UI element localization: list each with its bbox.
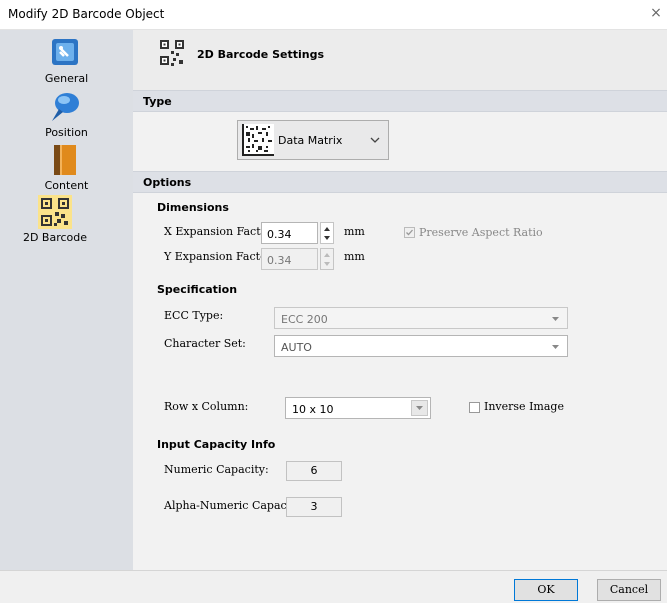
capacity-heading: Input Capacity Info xyxy=(157,438,276,451)
qr-code-icon xyxy=(38,195,72,229)
cancel-button[interactable]: Cancel xyxy=(597,579,661,601)
specification-heading: Specification xyxy=(157,283,238,296)
qr-code-icon xyxy=(160,40,184,66)
y-expansion-label: Y Expansion Factor: xyxy=(164,250,276,263)
sidebar-item-content[interactable]: Content xyxy=(0,143,133,195)
ecc-type-label: ECC Type: xyxy=(164,309,224,322)
preserve-aspect-checkbox[interactable] xyxy=(404,227,415,238)
x-expansion-label: X Expansion Factor: xyxy=(164,225,277,238)
y-expansion-spinner[interactable] xyxy=(320,248,334,270)
title-bar: Modify 2D Barcode Object × xyxy=(0,0,667,30)
sidebar-item-label: General xyxy=(44,72,89,85)
barcode-type-select[interactable]: Data Matrix xyxy=(237,120,389,160)
window-title: Modify 2D Barcode Object xyxy=(8,7,165,21)
panel-title: 2D Barcode Settings xyxy=(197,48,325,61)
close-button[interactable]: × xyxy=(649,5,663,21)
type-section-header: Type xyxy=(133,90,667,112)
settings-panel: 2D Barcode Settings Type Data Matrix Opt… xyxy=(133,30,667,570)
dropdown-arrow-icon xyxy=(416,406,423,410)
check-icon xyxy=(406,229,413,236)
inverse-image-checkbox[interactable] xyxy=(469,402,480,413)
dimensions-heading: Dimensions xyxy=(157,201,229,214)
dropdown-arrow-icon xyxy=(552,345,559,349)
barcode-type-value: Data Matrix xyxy=(278,134,343,147)
alnum-capacity-label: Alpha-Numeric Capacity: xyxy=(164,499,305,512)
preserve-aspect-label: Preserve Aspect Ratio xyxy=(419,226,543,239)
x-expansion-value: 0.34 xyxy=(267,228,292,241)
sidebar-item-position[interactable]: Position xyxy=(0,90,133,142)
data-matrix-icon xyxy=(242,124,274,156)
spin-down-icon xyxy=(324,262,330,266)
ecc-type-value: ECC 200 xyxy=(281,313,328,326)
charset-select[interactable]: AUTO xyxy=(274,335,568,357)
row-column-value: 10 x 10 xyxy=(292,403,334,416)
inverse-image-label: Inverse Image xyxy=(484,400,564,413)
row-column-select[interactable]: 10 x 10 xyxy=(285,397,431,419)
options-section-label: Options xyxy=(143,176,192,189)
y-expansion-field[interactable]: 0.34 xyxy=(261,248,318,270)
sidebar-item-label: 2D Barcode xyxy=(22,231,88,244)
y-expansion-value: 0.34 xyxy=(267,254,292,267)
row-column-label: Row x Column: xyxy=(164,400,249,413)
panel-header: 2D Barcode Settings xyxy=(133,30,667,90)
chevron-down-icon xyxy=(370,137,380,143)
alnum-capacity-value: 3 xyxy=(286,497,342,517)
sidebar: General Position Content 2D Barcode xyxy=(0,30,133,570)
position-pin-icon xyxy=(52,93,79,121)
options-section-header: Options xyxy=(133,171,667,193)
sidebar-item-general[interactable]: General xyxy=(0,36,133,88)
spin-up-icon xyxy=(324,227,330,231)
sidebar-item-2d-barcode[interactable]: 2D Barcode xyxy=(0,195,133,247)
x-expansion-field[interactable]: 0.34 xyxy=(261,222,318,244)
y-expansion-unit: mm xyxy=(344,250,365,263)
general-tag-icon xyxy=(52,39,78,65)
numeric-capacity-label: Numeric Capacity: xyxy=(164,463,269,476)
dropdown-arrow-icon xyxy=(552,317,559,321)
x-expansion-unit: mm xyxy=(344,225,365,238)
spin-up-icon xyxy=(324,253,330,257)
content-book-icon xyxy=(54,145,76,175)
type-section-label: Type xyxy=(143,95,172,108)
dropdown-button[interactable] xyxy=(411,400,428,416)
spin-down-icon xyxy=(324,236,330,240)
charset-label: Character Set: xyxy=(164,337,246,350)
sidebar-item-label: Content xyxy=(44,179,89,192)
sidebar-item-label: Position xyxy=(45,126,88,139)
charset-value: AUTO xyxy=(281,341,312,354)
dialog-footer: OK Cancel xyxy=(0,570,667,603)
ok-button[interactable]: OK xyxy=(514,579,578,601)
ecc-type-select[interactable]: ECC 200 xyxy=(274,307,568,329)
x-expansion-spinner[interactable] xyxy=(320,222,334,244)
numeric-capacity-value: 6 xyxy=(286,461,342,481)
